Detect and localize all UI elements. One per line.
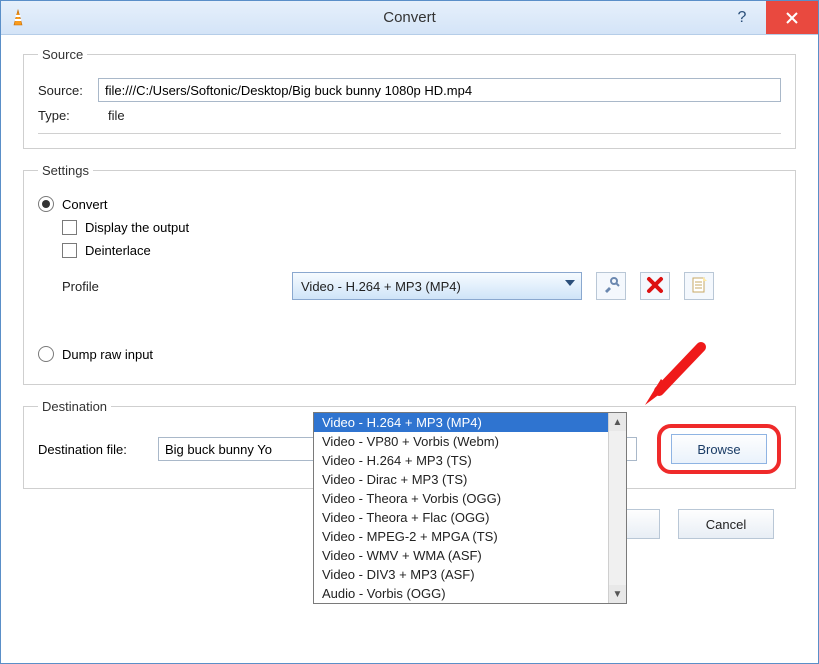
browse-button[interactable]: Browse [671,434,767,464]
type-value: file [108,108,125,123]
checkbox-icon [62,243,77,258]
dropdown-item[interactable]: Video - DIV3 + MP3 (ASF) [314,565,608,584]
titlebar: Convert ? [1,1,818,35]
dropdown-items: Video - H.264 + MP3 (MP4) Video - VP80 +… [314,413,608,603]
dropdown-scrollbar[interactable]: ▲ ▼ [608,413,626,603]
browse-highlight: Browse [657,424,781,474]
tools-icon [602,276,620,297]
dump-raw-radio[interactable]: Dump raw input [38,346,781,362]
edit-profile-button[interactable] [596,272,626,300]
profile-dropdown-list: Video - H.264 + MP3 (MP4) Video - VP80 +… [313,412,627,604]
profile-row: Profile Video - H.264 + MP3 (MP4) [62,272,781,300]
dropdown-item[interactable]: Video - VP80 + Vorbis (Webm) [314,432,608,451]
dropdown-item[interactable]: Video - H.264 + MP3 (MP4) [314,413,608,432]
checkbox-icon [62,220,77,235]
window-title: Convert [1,9,818,26]
settings-legend: Settings [38,163,93,178]
convert-radio[interactable]: Convert [38,196,781,212]
dropdown-item[interactable]: Video - H.264 + MP3 (TS) [314,451,608,470]
source-group: Source Source: Type: file [23,47,796,149]
destination-legend: Destination [38,399,111,414]
settings-group: Settings Convert Display the output Dein… [23,163,796,385]
radio-icon [38,346,54,362]
vlc-cone-icon [9,9,27,27]
display-output-checkbox[interactable]: Display the output [62,220,781,235]
delete-x-icon [646,276,664,297]
new-document-icon [690,276,708,297]
scroll-down-icon[interactable]: ▼ [609,585,626,603]
source-legend: Source [38,47,87,62]
display-output-label: Display the output [85,220,189,235]
profile-label: Profile [62,279,292,294]
source-input[interactable] [98,78,781,102]
chevron-down-icon [565,280,575,286]
close-button[interactable] [766,1,818,34]
dropdown-item[interactable]: Video - Theora + Vorbis (OGG) [314,489,608,508]
dropdown-item[interactable]: Audio - Vorbis (OGG) [314,584,608,603]
titlebar-controls: ? [718,1,818,34]
radio-icon [38,196,54,212]
source-label: Source: [38,83,98,98]
destination-file-label: Destination file: [38,442,158,457]
deinterlace-checkbox[interactable]: Deinterlace [62,243,781,258]
dropdown-item[interactable]: Video - Theora + Flac (OGG) [314,508,608,527]
profile-combobox[interactable]: Video - H.264 + MP3 (MP4) [292,272,582,300]
type-label: Type: [38,108,98,123]
delete-profile-button[interactable] [640,272,670,300]
new-profile-button[interactable] [684,272,714,300]
dropdown-item[interactable]: Video - WMV + WMA (ASF) [314,546,608,565]
dropdown-item[interactable]: Video - MPEG-2 + MPGA (TS) [314,527,608,546]
dropdown-item[interactable]: Video - Dirac + MP3 (TS) [314,470,608,489]
profile-selected-text: Video - H.264 + MP3 (MP4) [301,279,461,294]
convert-dialog: Convert ? Source Source: Type: file Sett… [0,0,819,664]
dump-raw-label: Dump raw input [62,347,153,362]
cancel-button[interactable]: Cancel [678,509,774,539]
dialog-body: Source Source: Type: file Settings Conve… [1,35,818,663]
deinterlace-label: Deinterlace [85,243,151,258]
convert-radio-label: Convert [62,197,108,212]
source-separator [38,133,781,134]
scroll-up-icon[interactable]: ▲ [609,413,626,431]
help-button[interactable]: ? [718,1,766,34]
